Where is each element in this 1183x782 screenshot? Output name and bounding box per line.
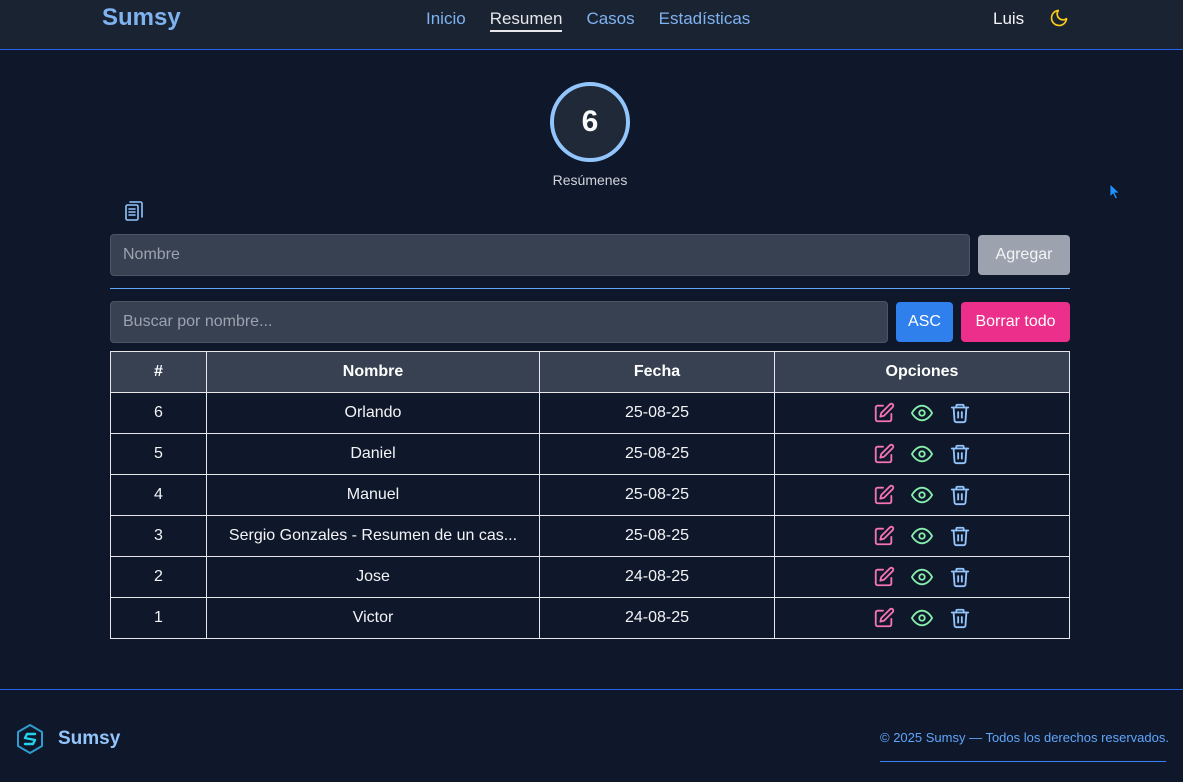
edit-icon[interactable] <box>873 402 895 424</box>
top-navbar: Sumsy Inicio Resumen Casos Estadísticas … <box>0 0 1183 50</box>
header-number[interactable]: # <box>110 351 207 393</box>
row-number: 6 <box>110 392 207 434</box>
row-name: Daniel <box>206 433 540 475</box>
table-row: 3 Sergio Gonzales - Resumen de un cas... 2… <box>110 515 1070 557</box>
delete-all-button[interactable]: Borrar todo <box>961 302 1070 342</box>
brand-logo[interactable]: Sumsy <box>102 4 181 32</box>
footer-brand[interactable]: Sumsy <box>58 728 120 750</box>
eye-icon[interactable] <box>911 484 933 506</box>
table-row: 5 Daniel 25-08-25 <box>110 433 1070 475</box>
summaries-table: # Nombre Fecha Opciones 6 Orlando 25-08-25… <box>110 351 1070 639</box>
row-date: 25-08-25 <box>539 392 775 434</box>
edit-icon[interactable] <box>873 484 895 506</box>
table-row: 2 Jose 24-08-25 <box>110 556 1070 598</box>
row-date: 25-08-25 <box>539 474 775 516</box>
row-number: 5 <box>110 433 207 475</box>
summary-count: 6 <box>550 82 630 162</box>
eye-icon[interactable] <box>911 443 933 465</box>
mouse-cursor-icon <box>1109 183 1121 200</box>
edit-icon[interactable] <box>873 566 895 588</box>
row-options <box>774 556 1070 598</box>
user-name[interactable]: Luis <box>993 9 1024 29</box>
table-row: 6 Orlando 25-08-25 <box>110 392 1070 434</box>
row-options <box>774 392 1070 434</box>
row-options <box>774 515 1070 557</box>
header-name[interactable]: Nombre <box>206 351 540 393</box>
table-row: 1 Victor 24-08-25 <box>110 597 1070 639</box>
name-input[interactable] <box>110 234 970 276</box>
add-button[interactable]: Agregar <box>978 235 1070 275</box>
clipboard-icon[interactable] <box>122 199 146 223</box>
row-name: Jose <box>206 556 540 598</box>
footer-divider <box>0 689 1183 690</box>
row-options <box>774 474 1070 516</box>
copyright-underline <box>880 761 1166 762</box>
summary-count-label: Resúmenes <box>552 172 628 188</box>
moon-icon[interactable] <box>1049 8 1069 28</box>
row-name: Victor <box>206 597 540 639</box>
main-nav: Inicio Resumen Casos Estadísticas <box>426 9 774 32</box>
eye-icon[interactable] <box>911 607 933 629</box>
trash-icon[interactable] <box>949 402 971 424</box>
eye-icon[interactable] <box>911 566 933 588</box>
eye-icon[interactable] <box>911 402 933 424</box>
nav-estadisticas[interactable]: Estadísticas <box>659 9 751 32</box>
row-date: 24-08-25 <box>539 597 775 639</box>
table-row: 4 Manuel 25-08-25 <box>110 474 1070 516</box>
nav-inicio[interactable]: Inicio <box>426 9 466 32</box>
sumsy-logo-icon <box>17 724 43 754</box>
edit-icon[interactable] <box>873 525 895 547</box>
row-date: 25-08-25 <box>539 433 775 475</box>
trash-icon[interactable] <box>949 484 971 506</box>
row-number: 4 <box>110 474 207 516</box>
row-name: Orlando <box>206 392 540 434</box>
row-number: 3 <box>110 515 207 557</box>
search-input[interactable] <box>110 301 888 343</box>
nav-casos[interactable]: Casos <box>586 9 634 32</box>
row-options <box>774 597 1070 639</box>
row-number: 1 <box>110 597 207 639</box>
row-date: 24-08-25 <box>539 556 775 598</box>
row-date: 25-08-25 <box>539 515 775 557</box>
section-divider <box>110 288 1070 289</box>
row-options <box>774 433 1070 475</box>
edit-icon[interactable] <box>873 607 895 629</box>
edit-icon[interactable] <box>873 443 895 465</box>
eye-icon[interactable] <box>911 525 933 547</box>
header-options: Opciones <box>774 351 1070 393</box>
sort-asc-button[interactable]: ASC <box>896 302 953 342</box>
row-name: Manuel <box>206 474 540 516</box>
trash-icon[interactable] <box>949 566 971 588</box>
trash-icon[interactable] <box>949 525 971 547</box>
row-number: 2 <box>110 556 207 598</box>
trash-icon[interactable] <box>949 607 971 629</box>
header-date[interactable]: Fecha <box>539 351 775 393</box>
trash-icon[interactable] <box>949 443 971 465</box>
nav-resumen[interactable]: Resumen <box>489 9 563 32</box>
table-header-row: # Nombre Fecha Opciones <box>110 351 1070 393</box>
row-name: Sergio Gonzales - Resumen de un cas... <box>206 515 540 557</box>
copyright-text: © 2025 Sumsy — Todos los derechos reserv… <box>880 730 1169 745</box>
